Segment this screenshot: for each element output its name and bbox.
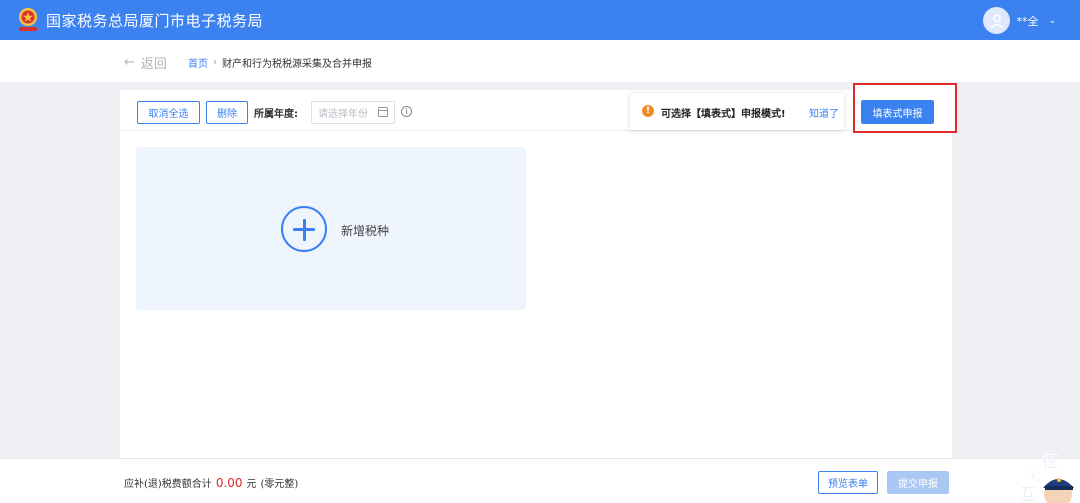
dismiss-tip-link[interactable]: 知道了	[809, 105, 839, 120]
user-name[interactable]: **全	[1016, 13, 1038, 29]
breadcrumb-home-link[interactable]: 首页	[188, 55, 208, 70]
user-menu[interactable]: **全 ⌄	[983, 7, 1056, 34]
breadcrumb-bar: ← 返回 首页 › 财产和行为税税源采集及合并申报	[0, 40, 1080, 82]
back-label: 返回	[140, 57, 167, 72]
site-title: 国家税务总局厦门市电子税务局	[46, 12, 264, 30]
mascot-char-3: 互	[1020, 485, 1037, 503]
total-amount-words: (零元整)	[260, 479, 299, 490]
deselect-all-button[interactable]: 取消全选	[137, 101, 200, 124]
info-icon[interactable]: i	[401, 106, 412, 117]
breadcrumb: 首页 › 财产和行为税税源采集及合并申报	[188, 55, 372, 70]
submit-declaration-button[interactable]: 提交申报	[887, 471, 949, 494]
mascot-char-1: 征	[1042, 452, 1059, 472]
avatar[interactable]	[983, 7, 1011, 34]
mascot-widget[interactable]: 征 纳 互	[1018, 446, 1080, 503]
arrow-left-icon: ←	[124, 55, 135, 70]
preview-form-button[interactable]: 预览表单	[818, 471, 878, 494]
tax-emblem-icon	[19, 8, 37, 31]
fill-mode-declare-button[interactable]: 填表式申报	[861, 100, 934, 124]
top-header: 国家税务总局厦门市电子税务局 **全 ⌄	[0, 0, 1080, 40]
total-unit: 元	[246, 479, 257, 490]
chevron-right-icon: ›	[213, 57, 217, 68]
tip-message: 可选择【填表式】申报模式!	[661, 109, 786, 120]
calendar-icon	[378, 107, 388, 117]
total-label: 应补(退)税费额合计	[124, 479, 212, 490]
add-tax-type-card[interactable]: 新增税种	[136, 147, 526, 310]
warning-icon: !	[642, 105, 654, 117]
fill-mode-tip-popover: ! 可选择【填表式】申报模式! 知道了	[630, 93, 844, 130]
chevron-down-icon[interactable]: ⌄	[1048, 16, 1056, 26]
breadcrumb-current: 财产和行为税税源采集及合并申报	[222, 59, 372, 70]
year-label: 所属年度:	[254, 109, 298, 120]
back-button[interactable]: ← 返回	[124, 53, 167, 72]
total-amount-value: 0.00	[215, 476, 243, 490]
total-amount: 应补(退)税费额合计 0.00 元 (零元整)	[124, 475, 298, 490]
add-tax-type-label: 新增税种	[341, 224, 390, 238]
year-placeholder: 请选择年份	[318, 109, 368, 120]
plus-circle-icon	[281, 206, 327, 252]
user-icon	[990, 14, 1004, 29]
year-picker-input[interactable]: 请选择年份	[311, 101, 395, 124]
footer-bar: 应补(退)税费额合计 0.00 元 (零元整) 预览表单 提交申报	[0, 458, 1080, 503]
main-panel: 取消全选 删除 所属年度: 请选择年份 i 新增税种	[120, 90, 952, 458]
delete-button[interactable]: 删除	[206, 101, 248, 124]
